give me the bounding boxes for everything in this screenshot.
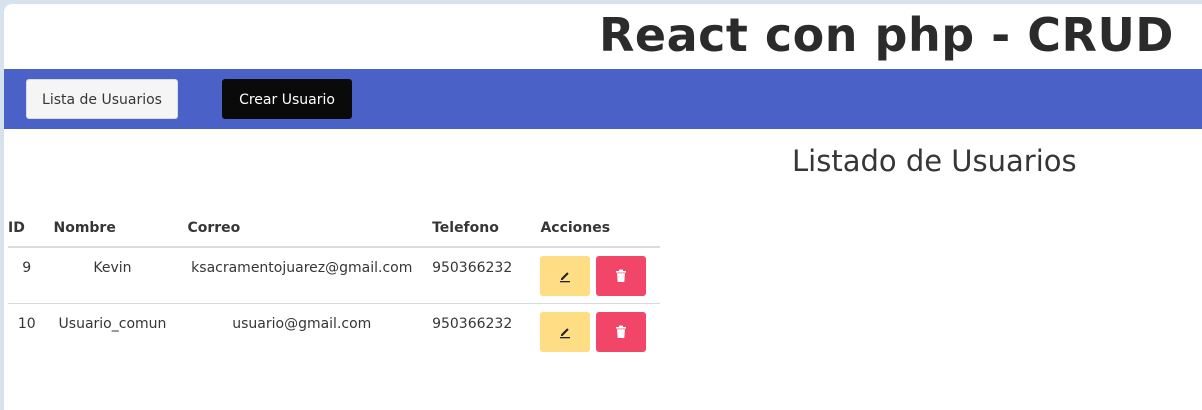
- edit-button[interactable]: [540, 311, 591, 352]
- edit-button[interactable]: [540, 256, 591, 296]
- column-header-telefono: Telefono: [424, 210, 533, 248]
- column-header-id: ID: [8, 210, 46, 248]
- pencil-icon: [560, 272, 571, 283]
- page: React con php - CRUD Lista de Usuarios C…: [4, 4, 1202, 410]
- app-title: React con php - CRUD: [598, 8, 1174, 62]
- page-title: Listado de Usuarios: [792, 144, 1077, 178]
- column-header-acciones: Acciones: [532, 210, 660, 248]
- cell-nombre: Kevin: [45, 247, 180, 304]
- cell-correo: usuario@gmail.com: [232, 315, 372, 332]
- column-header-nombre: Nombre: [45, 210, 180, 248]
- table-row: 9 Kevin ksacramentojuarez@gmail.com 9503…: [8, 247, 660, 304]
- pencil-icon: [560, 327, 571, 338]
- navbar: Lista de Usuarios Crear Usuario: [4, 69, 1202, 129]
- trash-icon: [616, 269, 627, 282]
- cell-correo: ksacramentojuarez@gmail.com: [179, 247, 425, 304]
- cell-acciones: [532, 247, 660, 304]
- create-user-button[interactable]: Crear Usuario: [222, 79, 352, 119]
- trash-icon: [616, 325, 627, 338]
- table-header-row: ID Nombre Correo Telefono Acciones: [8, 210, 660, 248]
- cell-id: 10: [17, 315, 36, 332]
- list-users-button[interactable]: Lista de Usuarios: [26, 79, 178, 119]
- cell-telefono: 950366232: [424, 247, 533, 304]
- cell-nombre: Usuario_comun: [58, 315, 167, 332]
- delete-button[interactable]: [596, 256, 647, 296]
- cell-acciones: [532, 303, 660, 359]
- cell-id: 9: [8, 247, 46, 304]
- delete-button[interactable]: [596, 311, 647, 352]
- users-table: ID Nombre Correo Telefono Acciones 9 Kev…: [8, 210, 660, 359]
- column-header-correo: Correo: [179, 210, 425, 248]
- table-row: 10 Usuario_comun usuario@gmail.com 95036…: [8, 303, 660, 359]
- cell-telefono: 950366232: [432, 315, 513, 332]
